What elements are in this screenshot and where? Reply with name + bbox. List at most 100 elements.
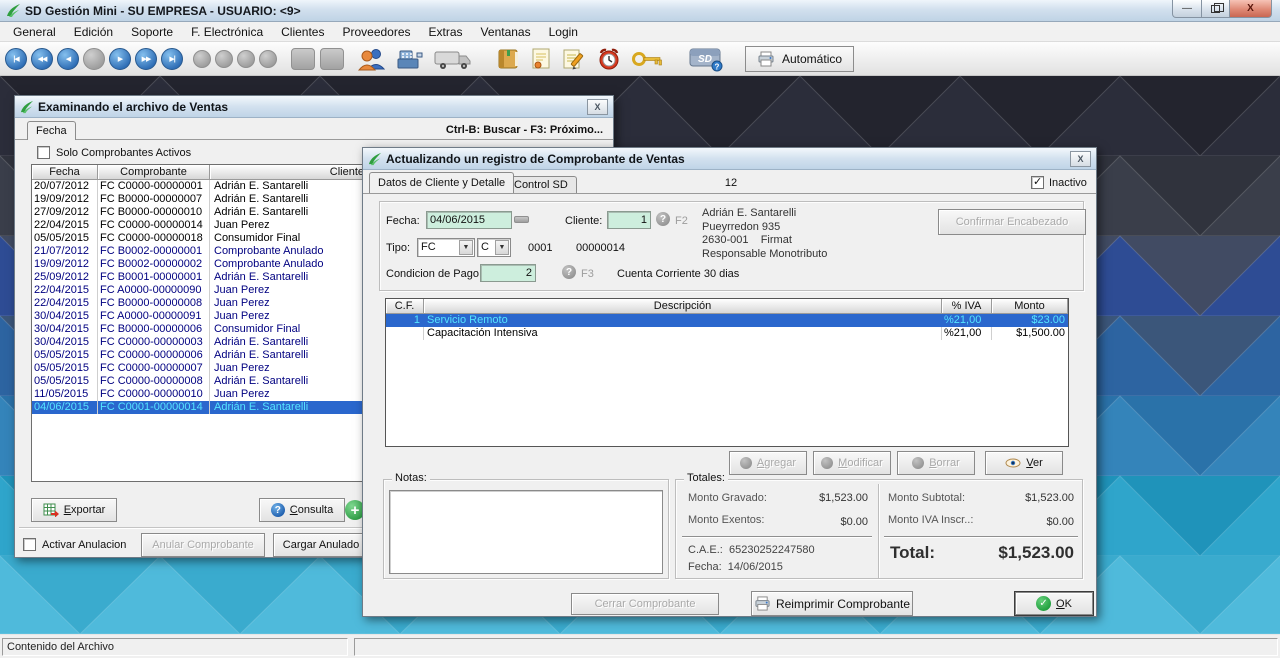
letra-value: C [481, 241, 489, 253]
cliente-input[interactable]: 1 [607, 211, 651, 229]
alarm-clock-icon[interactable] [595, 46, 623, 72]
sales-row[interactable]: 22/04/2015FC B0000-00000008Juan Perez [32, 297, 368, 310]
clients-icon[interactable] [357, 47, 387, 71]
activar-anulacion-checkbox[interactable] [23, 538, 36, 551]
cash-register-icon[interactable] [395, 47, 425, 71]
detail-row[interactable]: 1Servicio Remoto%21,00$23.00 [386, 314, 1068, 327]
confirmar-encabezado-button[interactable]: Confirmar Encabezado [938, 209, 1086, 235]
col-monto[interactable]: Monto [992, 299, 1068, 314]
sales-row[interactable]: 04/06/2015FC C0001-00000014Adrián E. San… [32, 401, 368, 414]
borrar-button[interactable]: Borrar [897, 451, 975, 475]
cell-sc1: 22/04/2015 [32, 219, 98, 232]
eye-icon [1005, 458, 1021, 468]
cerrar-comprobante-button[interactable]: Cerrar Comprobante [571, 593, 719, 615]
square-button-2[interactable] [320, 48, 344, 70]
sales-row[interactable]: 27/09/2012FC B0000-00000010Adrián E. San… [32, 206, 368, 219]
nav-forward-button[interactable]: ▶ [109, 48, 131, 70]
sales-row[interactable]: 11/05/2015FC C0000-00000010Juan Perez [32, 388, 368, 401]
reimprimir-button[interactable]: Reimprimir Comprobante [751, 591, 913, 616]
notas-textarea[interactable] [389, 490, 663, 574]
solo-activos-checkbox[interactable] [37, 146, 50, 159]
condicion-help-icon[interactable]: ? [562, 265, 576, 279]
nav-rewind-button[interactable]: ◀◀ [31, 48, 53, 70]
nav-back-button[interactable]: ◀ [57, 48, 79, 70]
ok-button[interactable]: ✓ OK [1015, 592, 1093, 615]
ver-label: Ver [1026, 457, 1043, 469]
sales-row[interactable]: 21/07/2012FC B0002-00000001Comprobante A… [32, 245, 368, 258]
tipo-dropdown[interactable]: FC ▼ [417, 238, 475, 257]
edit-note-icon[interactable] [561, 47, 587, 71]
nav-first-button[interactable]: |◀ [5, 48, 27, 70]
cliente-help-icon[interactable]: ? [656, 212, 670, 226]
tab-control-sd[interactable]: Control SD [505, 176, 577, 193]
menu-item-login[interactable]: Login [540, 23, 587, 41]
sales-row[interactable]: 19/09/2012FC B0000-00000007Adrián E. San… [32, 193, 368, 206]
col-cf[interactable]: C.F. [386, 299, 424, 314]
sales-row[interactable]: 22/04/2015FC A0000-00000090Juan Perez [32, 284, 368, 297]
menu-item-clientes[interactable]: Clientes [272, 23, 333, 41]
nav-center-button[interactable] [83, 48, 105, 70]
ver-button[interactable]: Ver [985, 451, 1063, 475]
sales-row[interactable]: 22/04/2015FC C0000-00000014Juan Perez [32, 219, 368, 232]
automatico-button[interactable]: Automático [745, 46, 854, 72]
gray-button-1[interactable] [237, 50, 255, 68]
sales-row[interactable]: 05/05/2015FC C0000-00000008Adrián E. San… [32, 375, 368, 388]
consulta-button[interactable]: ? Consulta [259, 498, 345, 522]
col-fecha[interactable]: Fecha [32, 165, 98, 180]
sales-row[interactable]: 25/09/2012FC B0001-00000001Adrián E. San… [32, 271, 368, 284]
toolbar: |◀◀◀◀▶▶▶▶| [0, 42, 1280, 76]
nav-fastforward-button[interactable]: ▶▶ [135, 48, 157, 70]
sales-row[interactable]: 05/05/2015FC C0000-00000006Adrián E. San… [32, 349, 368, 362]
key-icon[interactable] [631, 48, 663, 70]
nav-last-button[interactable]: ▶| [161, 48, 183, 70]
truck-icon[interactable] [433, 47, 473, 71]
tipo-label: Tipo: [386, 242, 410, 254]
sales-row[interactable]: 05/05/2015FC C0000-00000007Juan Perez [32, 362, 368, 375]
agregar-button[interactable]: Agregar [729, 451, 807, 475]
menu-item-edici-n[interactable]: Edición [65, 23, 122, 41]
inactivo-checkbox[interactable] [1031, 176, 1044, 189]
cae-line: C.A.E.: 65230252247580 [688, 544, 815, 556]
minimize-button[interactable]: — [1172, 0, 1202, 18]
letra-dropdown[interactable]: C ▼ [477, 238, 511, 257]
sales-row[interactable]: 19/09/2012FC B0002-00000002Comprobante A… [32, 258, 368, 271]
menu-item-f-electr-nica[interactable]: F. Electrónica [182, 23, 272, 41]
fecha-input[interactable]: 04/06/2015 [426, 211, 512, 229]
menu-item-soporte[interactable]: Soporte [122, 23, 182, 41]
detail-row[interactable]: Capacitación Intensiva%21,00$1,500.00 [386, 327, 1068, 340]
col-comprobante[interactable]: Comprobante [98, 165, 210, 180]
voucher-close-button[interactable]: X [1070, 151, 1091, 167]
sales-row[interactable]: 30/04/2015FC B0000-00000006Consumidor Fi… [32, 323, 368, 336]
col-iva[interactable]: % IVA [942, 299, 992, 314]
restore-button[interactable] [1202, 0, 1230, 18]
col-cliente[interactable]: Cliente [210, 165, 368, 180]
sales-row[interactable]: 20/07/2012FC C0000-00000001Adrián E. San… [32, 180, 368, 193]
sales-row[interactable]: 30/04/2015FC A0000-00000091Juan Perez [32, 310, 368, 323]
exportar-button[interactable]: Exportar [31, 498, 117, 522]
gray-button-2[interactable] [259, 50, 277, 68]
info-button[interactable] [215, 50, 233, 68]
search-hint: Ctrl-B: Buscar - F3: Próximo... [446, 124, 603, 136]
sales-row[interactable]: 30/04/2015FC C0000-00000003Adrián E. San… [32, 336, 368, 349]
modificar-button[interactable]: Modificar [813, 451, 891, 475]
sales-close-button[interactable]: X [587, 99, 608, 115]
condicion-input[interactable]: 2 [480, 264, 536, 282]
sd-help-icon[interactable]: SD ? [689, 46, 725, 72]
cargar-anulado-button[interactable]: Cargar Anulado [273, 533, 369, 557]
menu-item-general[interactable]: General [4, 23, 65, 41]
square-button-1[interactable] [291, 48, 315, 70]
address-book-icon[interactable] [495, 47, 521, 71]
app-titlebar: SD Gestión Mini - SU EMPRESA - USUARIO: … [0, 0, 1280, 22]
col-descripcion[interactable]: Descripción [424, 299, 942, 314]
menu-item-extras[interactable]: Extras [420, 23, 472, 41]
sales-row[interactable]: 05/05/2015FC C0000-00000018Consumidor Fi… [32, 232, 368, 245]
menu-item-proveedores[interactable]: Proveedores [333, 23, 419, 41]
close-button[interactable]: X [1230, 0, 1272, 18]
anular-comprobante-button[interactable]: Anular Comprobante [141, 533, 265, 557]
undo-button[interactable] [193, 50, 211, 68]
date-picker-icon[interactable] [514, 216, 529, 223]
tab-datos-cliente[interactable]: Datos de Cliente y Detalle [369, 172, 514, 193]
certificate-icon[interactable] [529, 47, 553, 71]
menu-item-ventanas[interactable]: Ventanas [472, 23, 540, 41]
tab-fecha[interactable]: Fecha [27, 121, 76, 140]
